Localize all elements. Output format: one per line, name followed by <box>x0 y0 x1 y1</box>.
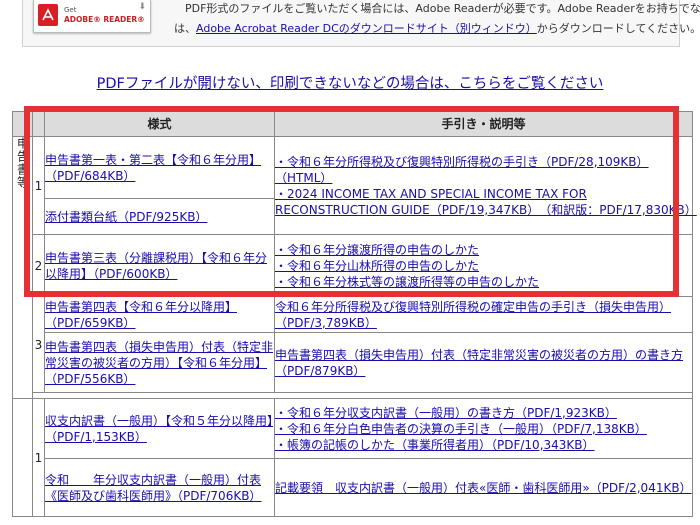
guide-link[interactable]: ・令和６年分譲渡所得の申告のしかた <box>275 242 692 258</box>
get-adobe-reader-button[interactable]: Get ADOBE® READER® ⬇ <box>33 0 151 33</box>
guide-link[interactable]: ・令和６年分所得税及び復興特別所得税の手引き（PDF/28,109KB）（HTM… <box>275 154 692 186</box>
form-link[interactable]: 申告書第一表・第二表【令和６年分用】（PDF/684KB） <box>45 153 261 183</box>
guide-link[interactable]: ・令和６年分収支内訳書（一般用）の書き方（PDF/1,923KB） <box>275 405 692 421</box>
adobe-notice-box: Get ADOBE® READER® ⬇ PDF形式のファイルをご覧いただく場合… <box>22 0 700 47</box>
guide-link[interactable]: 記載要領 収支内訳書（一般用）付表«医師・歯科医師用»（PDF/2,041KB） <box>275 481 692 495</box>
pdf-help-link[interactable]: PDFファイルが開けない、印刷できないなどの場合は、こちらをご覧ください <box>0 72 700 93</box>
badge-get-text: Get <box>64 6 77 14</box>
row-number: 3 <box>32 296 45 393</box>
download-arrow-icon: ⬇ <box>138 2 146 12</box>
guide-link[interactable]: ・令和６年分山林所得の申告のしかた <box>275 258 692 274</box>
guide-link[interactable]: ・令和６年分白色申告者の決算の手引き（一般用）（PDF/7,138KB） <box>275 421 692 437</box>
adobe-reader-logo-icon <box>38 4 58 26</box>
form-link[interactable]: 申告書第三表（分離課税用）【令和６年分以降用】（PDF/600KB） <box>45 251 267 281</box>
guide-link[interactable]: ・2024 INCOME TAX AND SPECIAL INCOME TAX … <box>275 186 697 218</box>
table-cell-guide: 記載要領 収支内訳書（一般用）付表«医師・歯科医師用»（PDF/2,041KB） <box>274 458 693 517</box>
row-number: 1 <box>32 398 45 517</box>
header-blank-2 <box>32 111 45 137</box>
guide-link[interactable]: 令和６年分所得税及び復興特別所得税の確定申告の手引き（損失申告用）（PDF/3,… <box>275 300 671 330</box>
notice-line-1: PDF形式のファイルをご覧いただく場合には、Adobe Readerが必要です。… <box>185 2 700 15</box>
form-link[interactable]: 申告書第四表（損失申告用）付表（特定非常災害の被災者の方用）【令和６年分用】（P… <box>45 340 273 386</box>
guide-link[interactable]: ・令和６年分株式等の譲渡所得等の申告のしかた <box>275 274 692 290</box>
forms-table: 様式 手引き・説明等 申告書等 1 申告書第一表・第二表【令和６年分用】（PDF… <box>12 111 697 517</box>
header-form: 様式 <box>44 111 275 137</box>
category-label: 申告書等 <box>12 136 33 399</box>
table-cell-form: 収支内訳書（一般用）【令和５年分以降用】（PDF/1,153KB） <box>44 398 275 459</box>
notice-prefix: は、 <box>174 22 196 35</box>
form-link[interactable]: 収支内訳書（一般用）【令和５年分以降用】（PDF/1,153KB） <box>45 414 273 444</box>
header-guide: 手引き・説明等 <box>274 111 693 137</box>
table-cell-guide: ・令和６年分収支内訳書（一般用）の書き方（PDF/1,923KB） ・令和６年分… <box>274 398 693 459</box>
category-blank <box>12 398 33 517</box>
header-blank-1 <box>12 111 33 137</box>
table-cell-form: 申告書第四表（損失申告用）付表（特定非常災害の被災者の方用）【令和６年分用】（P… <box>44 332 275 393</box>
table-cell-form: 添付書類台紙（PDF/925KB） <box>44 198 275 235</box>
form-link[interactable]: 令和 年分収支内訳書（一般用）付表《医師及び歯科医師用》（PDF/706KB） <box>45 473 261 503</box>
table-cell-guide: ・令和６年分所得税及び復興特別所得税の手引き（PDF/28,109KB）（HTM… <box>274 136 697 235</box>
form-link[interactable]: 申告書第四表【令和６年分以降用】（PDF/659KB） <box>45 300 237 330</box>
table-cell-guide: 令和６年分所得税及び復興特別所得税の確定申告の手引き（損失申告用）（PDF/3,… <box>274 296 693 333</box>
guide-link[interactable]: ・帳簿の記帳のしかた（事業所得者用）（PDF/10,343KB） <box>275 437 692 453</box>
badge-reader-text: ADOBE® READER® <box>64 15 145 24</box>
form-link[interactable]: 添付書類台紙（PDF/925KB） <box>45 210 207 224</box>
table-cell-form: 申告書第三表（分離課税用）【令和６年分以降用】（PDF/600KB） <box>44 234 275 297</box>
table-cell-form: 申告書第一表・第二表【令和６年分用】（PDF/684KB） <box>44 136 275 199</box>
notice-suffix: からダウンロードしてください。 <box>536 22 700 35</box>
table-cell-form: 申告書第四表【令和６年分以降用】（PDF/659KB） <box>44 296 275 333</box>
table-cell-guide: ・令和６年分譲渡所得の申告のしかた ・令和６年分山林所得の申告のしかた ・令和６… <box>274 234 693 297</box>
notice-line-2: は、Adobe Acrobat Reader DCのダウンロードサイト（別ウィン… <box>174 20 700 36</box>
row-number: 2 <box>32 234 45 297</box>
row-number: 1 <box>32 136 45 235</box>
table-cell-form: 令和 年分収支内訳書（一般用）付表《医師及び歯科医師用》（PDF/706KB） <box>44 458 275 517</box>
adobe-download-link[interactable]: Adobe Acrobat Reader DCのダウンロードサイト（別ウィンドウ… <box>196 22 537 35</box>
table-cell-guide: 申告書第四表（損失申告用）付表（特定非常災害の被災者の方用）の書き方（PDF/8… <box>274 332 693 393</box>
guide-link[interactable]: 申告書第四表（損失申告用）付表（特定非常災害の被災者の方用）の書き方（PDF/8… <box>275 348 683 378</box>
